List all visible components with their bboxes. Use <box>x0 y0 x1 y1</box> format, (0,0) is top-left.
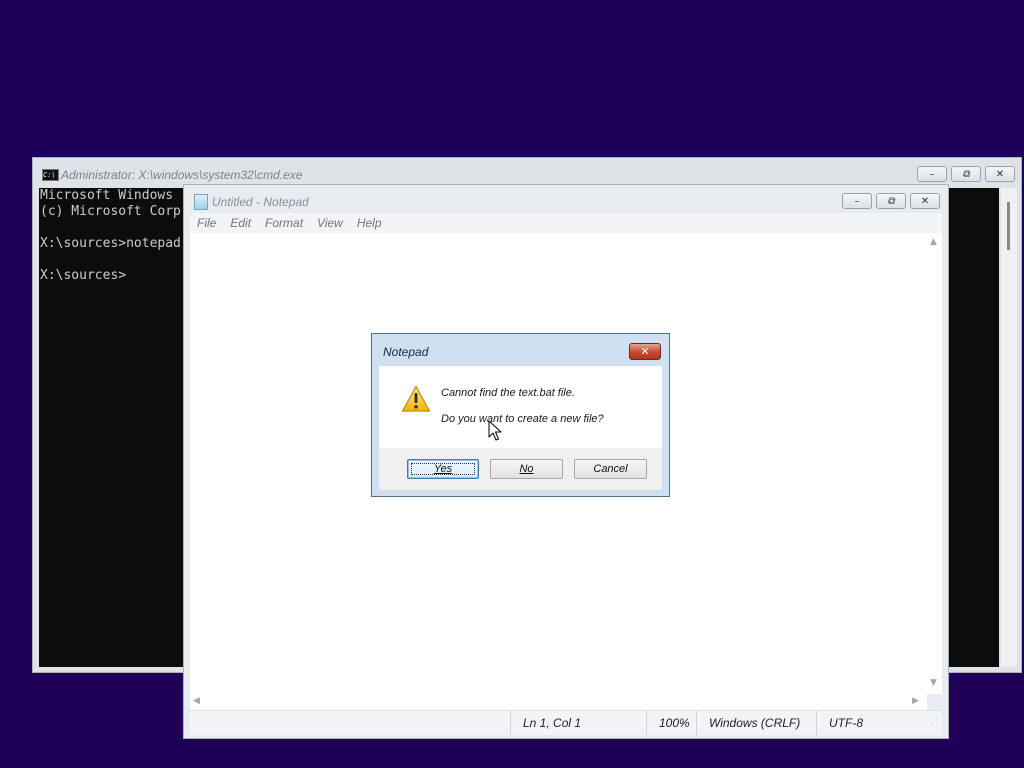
dialog-body: Cannot find the text.bat file. Do you wa… <box>379 366 662 448</box>
notepad-menu-bar: File Edit Format View Help <box>190 213 942 233</box>
status-encoding: UTF-8 <box>816 711 924 735</box>
status-zoom: 100% <box>646 711 696 735</box>
cmd-line: (c) Microsoft Corp <box>40 204 181 219</box>
scroll-left-arrow-icon[interactable]: ◀ <box>193 696 200 706</box>
minimize-icon: – <box>854 195 860 207</box>
close-icon: ✕ <box>995 168 1005 180</box>
notepad-title-bar[interactable]: Untitled - Notepad – ⧉ ✕ <box>184 185 948 213</box>
notepad-horizontal-scrollbar[interactable]: ◀ ▶ <box>190 694 927 710</box>
notepad-status-bar: Ln 1, Col 1 100% Windows (CRLF) UTF-8 ⋰ <box>190 710 942 735</box>
notepad-close-button[interactable]: ✕ <box>910 193 940 209</box>
scroll-up-arrow-icon[interactable]: ▲ <box>930 237 937 247</box>
cmd-close-button[interactable]: ✕ <box>985 166 1015 182</box>
warning-icon <box>401 385 431 412</box>
menu-view[interactable]: View <box>310 213 350 233</box>
cmd-scroll-thumb[interactable] <box>1007 202 1010 250</box>
menu-edit[interactable]: Edit <box>223 213 258 233</box>
cmd-line: X:\sources>notepad <box>40 236 181 251</box>
focus-rectangle <box>411 463 475 475</box>
restore-icon: ⧉ <box>962 168 970 180</box>
cancel-button[interactable]: Cancel <box>574 459 647 479</box>
dialog-title: Notepad <box>383 345 429 359</box>
menu-help[interactable]: Help <box>350 213 389 233</box>
notepad-window-title: Untitled - Notepad <box>212 195 309 209</box>
no-button[interactable]: No <box>490 459 563 479</box>
notepad-maximize-button[interactable]: ⧉ <box>876 193 906 209</box>
status-cursor-position: Ln 1, Col 1 <box>510 711 646 735</box>
close-icon: ✕ <box>920 195 930 207</box>
restore-icon: ⧉ <box>887 195 895 207</box>
notepad-minimize-button[interactable]: – <box>842 193 872 209</box>
scroll-down-arrow-icon[interactable]: ▼ <box>930 678 937 688</box>
menu-format[interactable]: Format <box>258 213 310 233</box>
cmd-scrollbar[interactable] <box>1001 188 1017 667</box>
resize-grip-icon[interactable]: ⋰ <box>930 718 938 727</box>
menu-file[interactable]: File <box>190 213 223 233</box>
dialog-message-line2: Do you want to create a new file? <box>441 413 604 425</box>
no-button-label: No <box>519 463 534 475</box>
cmd-maximize-button[interactable]: ⧉ <box>951 166 981 182</box>
minimize-icon: – <box>929 168 935 180</box>
cmd-window-title: Administrator: X:\windows\system32\cmd.e… <box>61 168 303 182</box>
scroll-right-arrow-icon[interactable]: ▶ <box>912 696 919 706</box>
notepad-app-icon <box>194 194 208 210</box>
status-line-ending: Windows (CRLF) <box>696 711 816 735</box>
cmd-app-icon: C:\ <box>42 169 59 181</box>
dialog-close-button[interactable]: ✕ <box>629 343 661 360</box>
dialog-message-line1: Cannot find the text.bat file. <box>441 387 575 399</box>
cmd-line: X:\sources> <box>40 268 127 283</box>
close-icon: ✕ <box>640 345 650 358</box>
cmd-minimize-button[interactable]: – <box>917 166 947 182</box>
mouse-pointer-icon <box>488 420 502 441</box>
cancel-button-label: Cancel <box>593 463 628 475</box>
cmd-line: Microsoft Windows <box>40 188 174 203</box>
yes-button[interactable]: Yes <box>407 459 479 479</box>
notepad-vertical-scrollbar[interactable]: ▲ ▼ <box>927 233 942 694</box>
cmd-icon-text: C:\ <box>43 171 56 179</box>
dialog-button-bar: Yes No Cancel <box>379 448 662 490</box>
notepad-dialog[interactable]: Notepad ✕ Cannot find the text.bat file.… <box>371 333 670 497</box>
